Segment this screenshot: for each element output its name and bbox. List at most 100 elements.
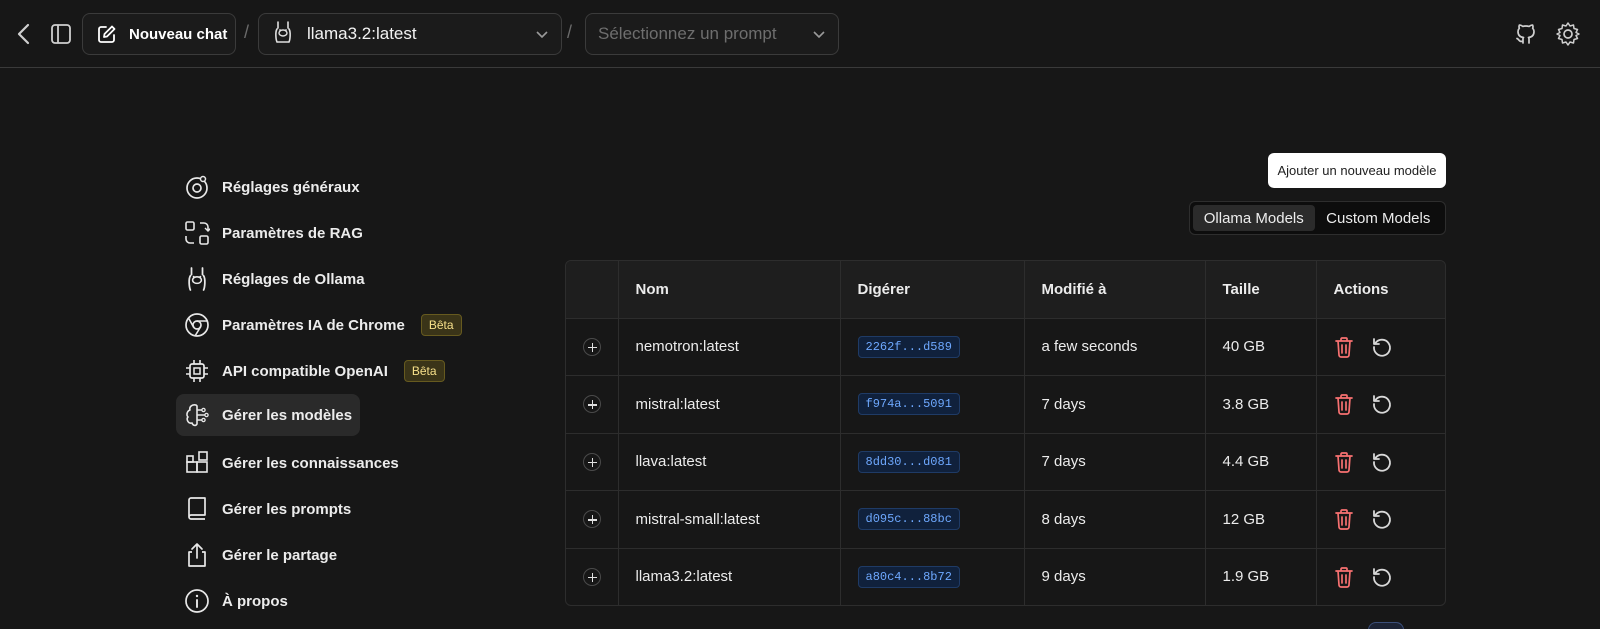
beta-badge: Bêta — [403, 360, 445, 382]
table-row: llama3.2:latest a80c4...8b72 9 days 1.9 … — [566, 548, 1445, 605]
nav-item-sharing[interactable]: Gérer le partage — [176, 534, 476, 576]
back-chevron-icon[interactable] — [10, 18, 38, 50]
table-row: mistral:latest f974a...5091 7 days 3.8 G… — [566, 375, 1445, 434]
column-header-digest[interactable]: Digérer — [840, 261, 1025, 319]
modified-at: 8 days — [1024, 490, 1206, 549]
nav-item-manage-models[interactable]: Gérer les modèles — [176, 394, 360, 436]
digest-cell: a80c4...8b72 — [840, 548, 1025, 605]
digest-cell: d095c...88bc — [840, 490, 1025, 549]
model-name: nemotron:latest — [618, 318, 841, 376]
model-source-tabs: Ollama Models Custom Models — [1189, 201, 1446, 235]
expand-plus-icon[interactable] — [582, 567, 601, 586]
nav-item-label: Gérer le partage — [222, 546, 338, 564]
digest-tag: 2262f...d589 — [857, 335, 960, 358]
column-header-name[interactable]: Nom — [618, 261, 841, 319]
scroll-to-bottom-button[interactable] — [1368, 622, 1404, 629]
cpu-chip-icon — [184, 358, 210, 384]
modified-at: 7 days — [1024, 375, 1206, 434]
table-row: mistral-small:latest d095c...88bc 8 days… — [566, 490, 1445, 549]
nav-item-label: Réglages généraux — [222, 178, 360, 196]
expand-plus-icon[interactable] — [582, 510, 601, 529]
nav-item-prompts[interactable]: Gérer les prompts — [176, 488, 476, 530]
modified-at: 9 days — [1024, 548, 1206, 605]
new-chat-button[interactable]: Nouveau chat — [82, 13, 236, 55]
digest-cell: 2262f...d589 — [840, 318, 1025, 376]
column-header-modified[interactable]: Modifié à — [1024, 261, 1206, 319]
actions-cell — [1316, 433, 1445, 491]
nav-item-label: Paramètres de RAG — [222, 224, 363, 242]
models-table: Nom Digérer Modifié à Taille Actions nem… — [565, 260, 1446, 606]
digest-cell: 8dd30...d081 — [840, 433, 1025, 491]
column-header-actions: Actions — [1316, 261, 1445, 319]
nav-item-about[interactable]: À propos — [176, 580, 476, 622]
nav-item-rag[interactable]: Paramètres de RAG — [176, 212, 476, 254]
share-icon — [184, 542, 210, 568]
nav-item-label: Gérer les prompts — [222, 500, 352, 518]
sidebar-toggle-icon[interactable] — [46, 18, 76, 50]
nav-item-general[interactable]: Réglages généraux — [176, 166, 476, 208]
column-header-size[interactable]: Taille — [1205, 261, 1317, 319]
expand-plus-icon[interactable] — [582, 452, 601, 471]
refresh-icon[interactable] — [1371, 336, 1393, 358]
expand-cell — [566, 318, 619, 376]
prompt-select[interactable]: Sélectionnez un prompt — [585, 13, 839, 55]
actions-cell — [1316, 548, 1445, 605]
trash-icon[interactable] — [1334, 393, 1354, 416]
table-row: llava:latest 8dd30...d081 7 days 4.4 GB — [566, 433, 1445, 491]
expand-cell — [566, 490, 619, 549]
blocks-icon — [184, 450, 210, 476]
model-size: 4.4 GB — [1205, 433, 1317, 491]
nav-item-label: Réglages de Ollama — [222, 270, 365, 288]
refresh-icon[interactable] — [1371, 566, 1393, 588]
trash-icon[interactable] — [1334, 336, 1354, 358]
model-size: 40 GB — [1205, 318, 1317, 376]
expand-plus-icon[interactable] — [582, 395, 601, 414]
beta-badge: Bêta — [420, 314, 462, 336]
nav-item-knowledge[interactable]: Gérer les connaissances — [176, 442, 476, 484]
nav-item-label: Gérer les connaissances — [222, 454, 399, 472]
digest-tag: 8dd30...d081 — [857, 450, 960, 473]
chevron-down-icon — [812, 27, 826, 46]
brain-icon — [184, 402, 210, 428]
digest-tag: f974a...5091 — [857, 393, 960, 416]
expand-plus-icon[interactable] — [582, 337, 601, 356]
actions-cell — [1316, 318, 1445, 376]
digest-tag: d095c...88bc — [857, 508, 960, 531]
add-model-button[interactable]: Ajouter un nouveau modèle — [1268, 153, 1446, 188]
llama-icon — [273, 20, 293, 49]
prompt-select-placeholder: Sélectionnez un prompt — [598, 24, 777, 43]
trash-icon[interactable] — [1334, 508, 1354, 531]
actions-cell — [1316, 375, 1445, 434]
nav-item-ollama[interactable]: Réglages de Ollama — [176, 258, 476, 300]
refresh-icon[interactable] — [1371, 451, 1393, 473]
edit-icon — [97, 24, 117, 44]
new-chat-label: Nouveau chat — [129, 25, 228, 43]
expand-cell — [566, 548, 619, 605]
model-size: 12 GB — [1205, 490, 1317, 549]
tab-custom-models[interactable]: Custom Models — [1315, 205, 1442, 231]
chevron-down-icon — [535, 27, 549, 46]
table-header-row: Nom Digérer Modifié à Taille Actions — [566, 261, 1445, 319]
digest-cell: f974a...5091 — [840, 375, 1025, 434]
nav-item-chrome-ai[interactable]: Paramètres IA de Chrome Bêta — [176, 304, 476, 346]
model-size: 1.9 GB — [1205, 548, 1317, 605]
top-bar: Nouveau chat / llama3.2:latest / Sélecti… — [0, 0, 1600, 68]
column-header-expand — [566, 261, 619, 319]
tab-ollama-models[interactable]: Ollama Models — [1193, 205, 1315, 231]
model-name: mistral:latest — [618, 375, 841, 434]
refresh-icon[interactable] — [1371, 393, 1393, 415]
selected-model-label: llama3.2:latest — [307, 24, 417, 43]
trash-icon[interactable] — [1334, 566, 1354, 588]
model-select[interactable]: llama3.2:latest — [258, 13, 562, 55]
github-icon[interactable] — [1510, 18, 1542, 50]
modified-at: a few seconds — [1024, 318, 1206, 376]
breadcrumb-separator: / — [244, 22, 250, 42]
model-name: llama3.2:latest — [618, 548, 841, 605]
modified-at: 7 days — [1024, 433, 1206, 491]
refresh-icon[interactable] — [1371, 508, 1393, 530]
nav-item-openai-api[interactable]: API compatible OpenAI Bêta — [176, 350, 476, 392]
actions-cell — [1316, 490, 1445, 549]
settings-gear-icon[interactable] — [1552, 18, 1584, 50]
trash-icon[interactable] — [1334, 451, 1354, 473]
nav-item-label: À propos — [222, 592, 288, 610]
